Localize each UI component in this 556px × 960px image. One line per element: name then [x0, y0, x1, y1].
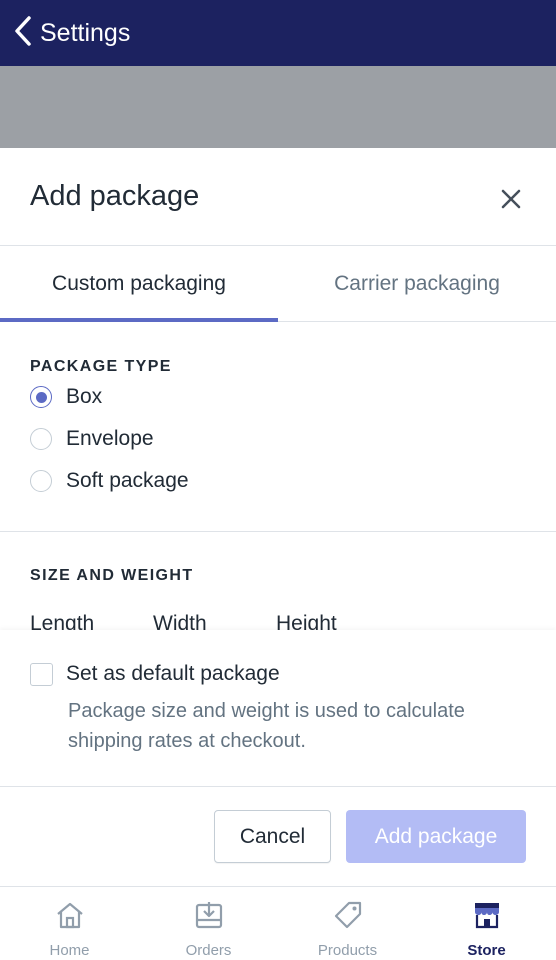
default-package-label: Set as default package: [66, 662, 280, 685]
top-bar: Settings: [0, 0, 556, 66]
sheet-header: Add package: [0, 148, 556, 246]
size-weight-section: SIZE AND WEIGHT Length Width Height: [0, 532, 556, 632]
package-type-section: PACKAGE TYPE Box Envelope Soft package: [0, 322, 556, 532]
radio-label-envelope: Envelope: [66, 427, 154, 450]
height-label: Height: [276, 612, 337, 632]
radio-button-checked[interactable]: [30, 386, 52, 408]
default-package-option[interactable]: Set as default package: [30, 662, 280, 686]
package-type-heading: PACKAGE TYPE: [30, 358, 172, 375]
back-label: Settings: [40, 18, 131, 47]
radio-dot: [35, 391, 47, 403]
modal-backdrop[interactable]: [0, 66, 556, 148]
default-package-checkbox[interactable]: [30, 662, 53, 686]
tab-carrier-packaging[interactable]: Carrier packaging: [278, 246, 556, 322]
divider: [0, 786, 556, 787]
tabbar-label-products: Products: [317, 942, 378, 959]
bottom-tab-bar: Home Orders Products Store: [0, 886, 556, 960]
radio-button[interactable]: [30, 470, 52, 492]
tabbar-label-store: Store: [467, 942, 506, 959]
tabbar-label-orders: Orders: [185, 942, 232, 959]
width-label: Width: [153, 612, 207, 632]
tabbar-item-store[interactable]: Store: [417, 887, 556, 960]
radio-box[interactable]: Box: [30, 382, 102, 412]
radio-envelope[interactable]: Envelope: [30, 424, 154, 454]
add-package-sheet: Add package Custom packaging Carrier pac…: [0, 148, 556, 886]
radio-label-box: Box: [66, 385, 103, 408]
close-button[interactable]: [494, 182, 528, 216]
cancel-button[interactable]: Cancel: [214, 810, 331, 863]
size-weight-heading: SIZE AND WEIGHT: [30, 567, 194, 584]
radio-label-soft-package: Soft package: [66, 469, 189, 492]
radio-button[interactable]: [30, 428, 52, 450]
radio-soft-package[interactable]: Soft package: [30, 466, 189, 496]
tabbar-item-orders[interactable]: Orders: [139, 887, 278, 960]
chevron-left-icon: [12, 14, 34, 53]
length-label: Length: [30, 612, 95, 632]
back-button[interactable]: Settings: [0, 0, 130, 66]
tab-custom-packaging[interactable]: Custom packaging: [0, 246, 278, 322]
close-icon: [494, 189, 528, 220]
tabbar-label-home: Home: [49, 942, 90, 959]
sheet-footer: Set as default package Package size and …: [0, 630, 556, 886]
default-package-help-text: Package size and weight is used to calcu…: [68, 700, 465, 752]
add-package-button[interactable]: Add package: [346, 810, 526, 863]
packaging-tabs: Custom packaging Carrier packaging: [0, 246, 556, 322]
sheet-title: Add package: [30, 180, 200, 212]
tabbar-item-products[interactable]: Products: [278, 887, 417, 960]
tabbar-item-home[interactable]: Home: [0, 887, 139, 960]
